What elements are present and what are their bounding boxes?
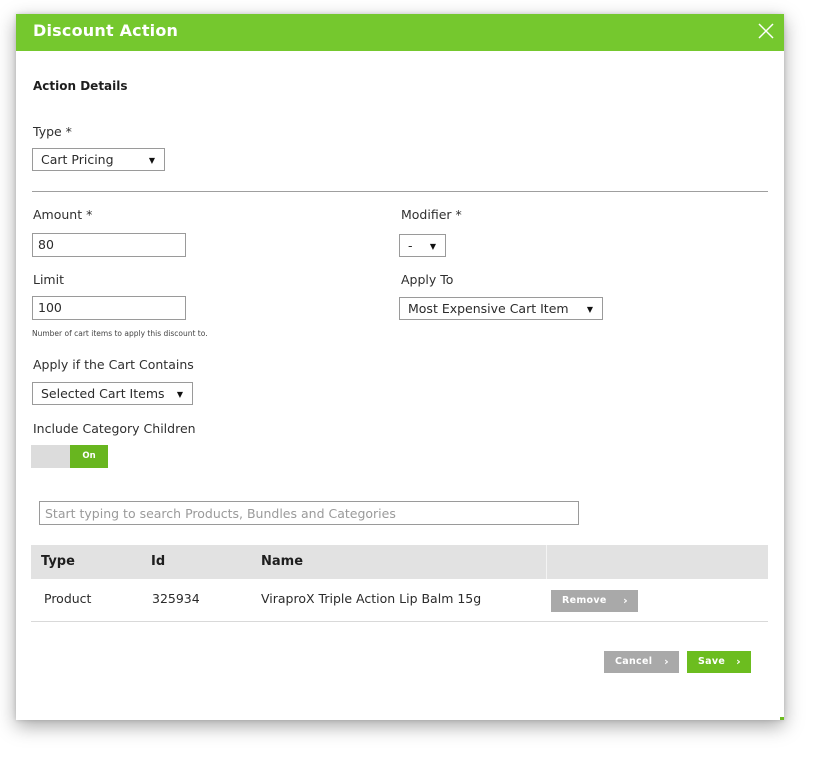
modifier-select-value: - [408, 238, 413, 253]
limit-label: Limit [33, 272, 64, 287]
save-button-label: Save [698, 656, 726, 667]
type-select-value: Cart Pricing [41, 152, 114, 167]
cancel-button-label: Cancel [615, 656, 653, 667]
apply-to-select-value: Most Expensive Cart Item [408, 301, 569, 316]
cancel-button[interactable]: Cancel › [604, 651, 679, 673]
chevron-right-icon: › [736, 655, 741, 668]
row-divider [31, 621, 768, 622]
remove-button[interactable]: Remove › [551, 590, 638, 612]
modifier-label: Modifier * [401, 207, 462, 222]
row-id: 325934 [152, 591, 200, 606]
apply-to-select[interactable]: Most Expensive Cart Item ▼ [399, 297, 603, 320]
include-children-label: Include Category Children [33, 421, 196, 436]
cart-contains-select-value: Selected Cart Items [41, 386, 165, 401]
remove-button-label: Remove [562, 595, 607, 606]
cart-contains-label: Apply if the Cart Contains [33, 357, 194, 372]
include-children-toggle[interactable]: On [31, 445, 108, 468]
column-separator [546, 545, 547, 579]
amount-input[interactable]: 80 [32, 233, 186, 257]
discount-action-dialog: Discount Action Action Details Type * Ca… [16, 14, 784, 720]
row-type: Product [44, 591, 92, 606]
resize-corner [780, 717, 784, 720]
modifier-select[interactable]: - ▼ [399, 234, 446, 257]
amount-label: Amount * [33, 207, 93, 222]
type-select[interactable]: Cart Pricing ▼ [32, 148, 165, 171]
chevron-right-icon: › [623, 594, 628, 607]
save-button[interactable]: Save › [687, 651, 751, 673]
chevron-down-icon: ▼ [148, 156, 155, 165]
dialog-header: Discount Action [16, 14, 784, 51]
chevron-right-icon: › [664, 655, 669, 668]
chevron-down-icon: ▼ [176, 390, 183, 399]
column-header-name: Name [261, 554, 304, 569]
toggle-on-segment: On [70, 445, 108, 468]
row-name: ViraproX Triple Action Lip Balm 15g [261, 591, 482, 606]
apply-to-label: Apply To [401, 272, 454, 287]
toggle-off-segment [31, 445, 70, 468]
limit-hint: Number of cart items to apply this disco… [32, 329, 208, 338]
limit-input[interactable]: 100 [32, 296, 186, 320]
type-label: Type * [33, 124, 72, 139]
dialog-title: Discount Action [33, 21, 179, 40]
column-header-id: Id [151, 554, 166, 569]
cart-contains-select[interactable]: Selected Cart Items ▼ [32, 382, 193, 405]
close-icon[interactable] [757, 22, 775, 40]
table-header: Type Id Name [31, 545, 768, 579]
column-header-type: Type [41, 554, 75, 569]
chevron-down-icon: ▼ [586, 305, 593, 314]
section-divider [32, 191, 768, 192]
chevron-down-icon: ▼ [429, 242, 436, 251]
section-title: Action Details [33, 79, 128, 93]
product-search-input[interactable]: Start typing to search Products, Bundles… [39, 501, 579, 525]
